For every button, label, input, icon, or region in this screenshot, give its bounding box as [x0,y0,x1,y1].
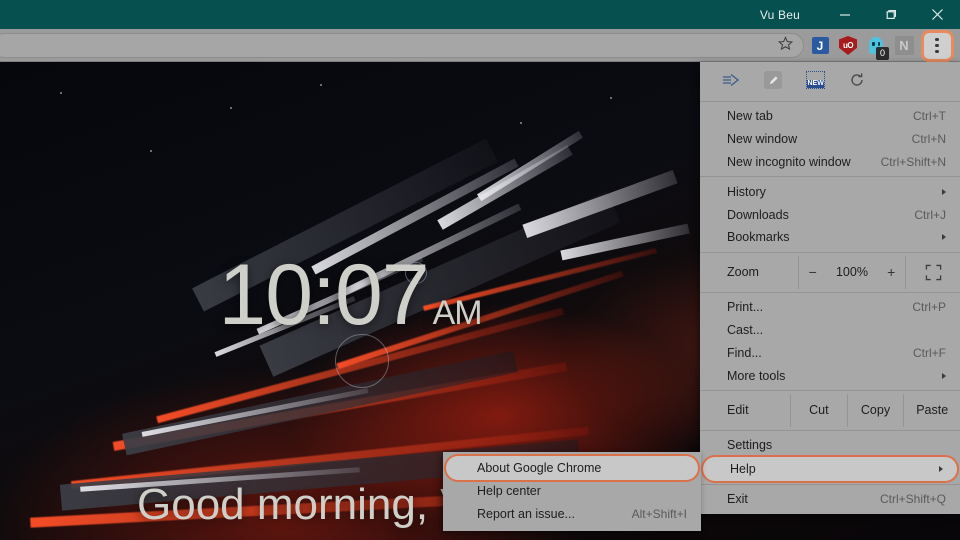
submenu-item-help-center[interactable]: Help center [443,480,701,503]
menu-item-history[interactable]: History [700,180,960,203]
close-button[interactable] [914,0,960,29]
chrome-menu-button-wrap [918,32,956,59]
menu-item-label: Help [730,461,756,476]
chevron-right-icon [942,234,946,241]
menu-item-accel: Ctrl+T [913,109,946,124]
submenu-item-report-an-issue[interactable]: Report an issue... Alt+Shift+I [443,503,701,526]
notion-extension-glyph: N [894,36,914,55]
menu-item-print[interactable]: Print... Ctrl+P [700,296,960,319]
clock-time: 10:07 [218,247,429,343]
menu-divider [700,251,960,253]
menu-icon-row: NEW [700,62,960,98]
menu-item-new-tab[interactable]: New tab Ctrl+T [700,105,960,128]
title-bar: Vu Beu [0,0,960,29]
menu-item-label: History [727,184,766,199]
menu-item-label: More tools [727,368,786,383]
chevron-right-icon [942,372,946,379]
new-screenshot-icon[interactable]: NEW [804,69,826,91]
copy-button[interactable]: Copy [846,393,904,427]
menu-item-label: Cast... [727,322,764,337]
help-submenu: About Google Chrome Help center Report a… [443,452,701,531]
ublock-origin-icon[interactable]: uO [834,32,862,60]
profile-name[interactable]: Vu Beu [760,8,800,22]
menu-item-find[interactable]: Find... Ctrl+F [700,341,960,364]
chevron-right-icon [942,188,946,195]
menu-item-exit[interactable]: Exit Ctrl+Shift+Q [700,488,960,511]
cut-button[interactable]: Cut [790,393,847,427]
forward-arrow-icon[interactable] [720,69,742,91]
menu-item-label: New tab [727,109,773,124]
menu-item-new-incognito-window[interactable]: New incognito window Ctrl+Shift+N [700,151,960,174]
refresh-icon[interactable] [846,69,868,91]
submenu-item-label: About Google Chrome [477,461,602,475]
menu-item-accel: Ctrl+Shift+N [880,154,946,169]
menu-item-label: Bookmarks [727,230,790,245]
menu-item-accel: Ctrl+F [913,345,946,360]
ghostery-badge: 0 [876,46,889,60]
ublock-origin-glyph: uO [839,36,857,55]
browser-toolbar: J uO 0 N [0,29,960,62]
clock-display: 10:07 AM [0,252,700,338]
chevron-right-icon [939,465,943,472]
jira-extension-glyph: J [811,37,829,54]
address-bar[interactable] [0,33,804,58]
chrome-menu-button[interactable] [923,32,951,59]
zoom-row: Zoom − 100% + [700,255,960,289]
menu-divider [700,291,960,293]
menu-item-help[interactable]: Help [703,456,957,481]
menu-divider [700,389,960,391]
edit-pencil-icon[interactable] [762,69,784,91]
browser-window: Vu Beu J uO 0 N 10:07 AM Good morning, V… [0,0,960,540]
menu-item-new-window[interactable]: New window Ctrl+N [700,128,960,151]
fullscreen-icon[interactable] [906,256,960,289]
menu-item-label: New window [727,132,798,147]
kebab-dot [935,50,939,54]
chrome-main-menu: NEW New tab Ctrl+T New window Ctrl+N New… [700,62,960,514]
new-badge-label: NEW [806,80,824,88]
edit-pencil-glyph [764,71,782,89]
submenu-item-about-google-chrome[interactable]: About Google Chrome [446,456,698,480]
menu-divider [700,101,960,102]
menu-divider [700,483,960,485]
paste-button[interactable]: Paste [903,393,960,427]
menu-item-cast[interactable]: Cast... [700,319,960,342]
zoom-label: Zoom [727,265,759,280]
minimize-button[interactable] [822,0,868,29]
menu-item-more-tools[interactable]: More tools [700,364,960,387]
submenu-item-accel: Alt+Shift+I [631,507,687,522]
notion-extension-icon[interactable]: N [890,32,918,60]
menu-divider [700,176,960,178]
menu-item-label: New incognito window [727,154,851,169]
edit-label: Edit [727,403,749,418]
kebab-dot [935,37,939,41]
new-screenshot-glyph: NEW [805,71,825,89]
menu-item-label: Exit [727,492,748,507]
menu-item-accel: Ctrl+J [914,207,946,222]
submenu-item-label: Report an issue... [477,507,575,522]
menu-divider [700,429,960,431]
zoom-in-button[interactable]: + [887,264,895,280]
menu-item-bookmarks[interactable]: Bookmarks [700,226,960,249]
submenu-item-label: Help center [477,484,541,499]
menu-item-label: Find... [727,345,762,360]
extensions-strip: J uO 0 N [806,29,956,62]
clock-period: AM [432,294,483,332]
zoom-level-value: 100% [835,265,868,280]
menu-item-accel: Ctrl+P [912,300,946,315]
menu-item-label: Print... [727,300,764,315]
zoom-out-button[interactable]: − [809,264,817,280]
menu-item-downloads[interactable]: Downloads Ctrl+J [700,203,960,226]
menu-item-label: Settings [727,438,773,453]
menu-item-settings[interactable]: Settings [700,434,960,457]
menu-item-label: Downloads [727,207,789,222]
maximize-button[interactable] [868,0,914,29]
jira-extension-icon[interactable]: J [806,32,834,60]
edit-row: Edit Cut Copy Paste [700,393,960,427]
zoom-controls: − 100% + [798,255,906,289]
kebab-dot [935,43,939,48]
menu-item-accel: Ctrl+Shift+Q [879,492,946,507]
menu-item-accel: Ctrl+N [911,132,946,147]
star-icon[interactable] [777,35,794,56]
ghostery-icon[interactable]: 0 [862,32,890,60]
